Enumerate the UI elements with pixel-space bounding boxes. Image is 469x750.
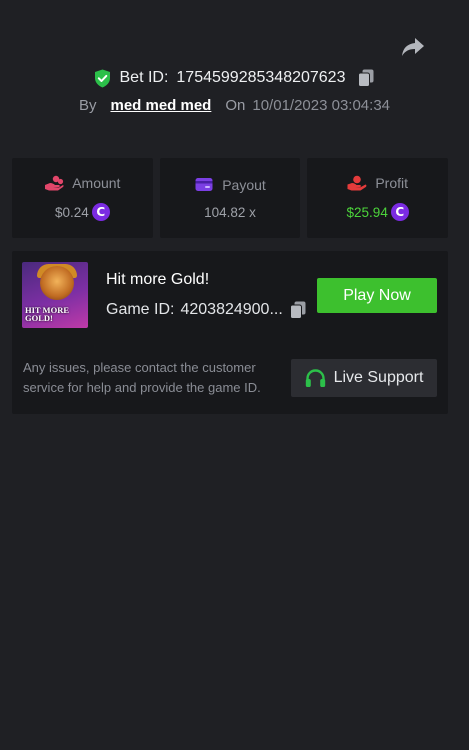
share-arrow-icon	[402, 38, 424, 56]
profit-value: $25.94	[346, 204, 388, 220]
game-thumbnail[interactable]: HIT MORE GOLD!	[22, 262, 88, 328]
headset-icon	[305, 368, 325, 387]
bet-datetime: 10/01/2023 03:04:34	[252, 97, 391, 114]
stat-payout: Payout 104.82 x	[159, 158, 301, 238]
thumbnail-title: HIT MORE GOLD!	[25, 305, 70, 323]
bet-id-row: Bet ID: 1754599285348207623	[0, 68, 469, 88]
bet-id-value: 1754599285348207623	[176, 69, 346, 86]
bet-id-label: Bet ID:	[119, 69, 169, 86]
currency-coin-icon: C	[390, 203, 409, 221]
copy-bet-id-button[interactable]	[357, 68, 375, 88]
currency-coin-icon: C	[91, 203, 110, 221]
game-id-label: Game ID:	[106, 301, 175, 318]
live-support-label: Live Support	[333, 369, 424, 386]
support-info-text: Any issues, please contact the customer …	[23, 360, 261, 395]
bet-detail-page: Bet ID: 1754599285348207623 By med med m…	[0, 0, 469, 750]
game-title: Hit more Gold!	[106, 271, 210, 288]
play-now-button[interactable]: Play Now	[317, 278, 437, 313]
game-id-value: 4203824900...	[180, 301, 283, 318]
game-card: HIT MORE GOLD! Hit more Gold! Game ID: 4…	[12, 251, 448, 414]
stat-amount: Amount $0.24 C	[12, 158, 153, 238]
on-label: On	[225, 97, 246, 114]
amount-value: $0.24	[54, 204, 89, 220]
bet-meta-row: By med med med On 10/01/2023 03:04:34	[0, 97, 469, 114]
copy-icon	[358, 69, 374, 87]
payout-value: 104.82 x	[204, 204, 256, 220]
stat-profit: Profit $25.94 C	[307, 158, 449, 238]
profit-label: Profit	[375, 175, 409, 191]
amount-label: Amount	[72, 175, 121, 191]
miner-graphic	[40, 266, 74, 300]
username-link[interactable]: med med med	[110, 97, 211, 114]
by-label: By	[78, 97, 97, 114]
game-id-row: Game ID: 4203824900...	[106, 300, 307, 320]
copy-icon	[289, 301, 306, 319]
share-button[interactable]	[399, 34, 427, 60]
verified-shield-icon	[94, 68, 112, 88]
copy-game-id-button[interactable]	[289, 300, 307, 320]
payout-label: Payout	[222, 176, 266, 193]
hand-coins-icon	[44, 175, 64, 191]
bet-stats: Amount $0.24 C Payout 104.82 x Profit $2…	[12, 158, 449, 238]
profit-hand-icon	[347, 175, 367, 191]
wallet-icon	[194, 177, 214, 193]
live-support-button[interactable]: Live Support	[291, 359, 437, 397]
